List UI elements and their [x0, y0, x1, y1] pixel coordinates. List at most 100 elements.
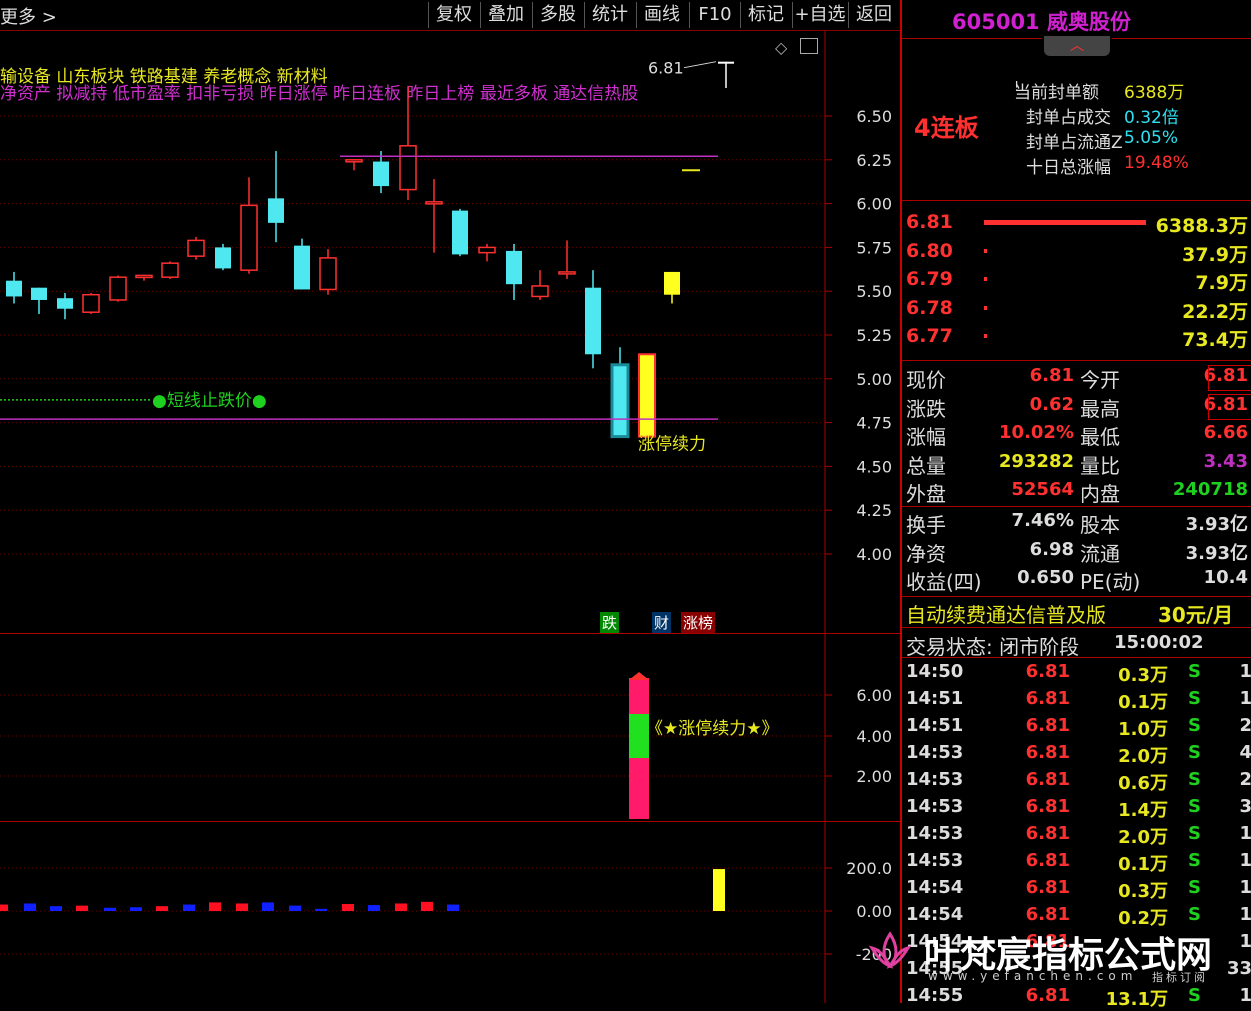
toolbar-button-2[interactable]: 多股 [532, 2, 583, 28]
toolbar-button-4[interactable]: 画线 [636, 2, 687, 28]
y-tick-label: 6.50 [856, 107, 892, 126]
candle[interactable] [319, 249, 337, 295]
toolbar-button-1[interactable]: 叠加 [480, 2, 531, 28]
tick-time: 14:53 [906, 850, 964, 871]
candle[interactable] [57, 292, 73, 320]
candle[interactable] [109, 275, 127, 302]
toolbar-button-5[interactable]: F10 [689, 2, 740, 28]
fund-label: 净资 [906, 541, 946, 566]
collapse-up-icon[interactable]: ︿ [1044, 36, 1110, 56]
quote-value: 10.02% [999, 422, 1074, 443]
candle[interactable] [135, 274, 153, 281]
candle[interactable] [345, 159, 363, 171]
volume-bar[interactable] [50, 906, 62, 911]
candle[interactable] [638, 353, 656, 438]
volume-bar[interactable] [104, 907, 116, 911]
volume-bar[interactable] [368, 905, 380, 911]
y-tick-label: 0.00 [856, 902, 892, 921]
volume-bar[interactable] [262, 902, 274, 911]
candle[interactable] [294, 238, 310, 290]
tick-count: 2 [1239, 715, 1251, 736]
quote-value: 6.81 [1029, 365, 1074, 386]
volume-bar[interactable] [236, 903, 248, 911]
bid-price[interactable]: 6.77 [906, 325, 953, 347]
volume-bar[interactable] [0, 904, 8, 911]
divider [902, 657, 1251, 658]
volume-bar[interactable] [447, 904, 459, 911]
price-box [1208, 365, 1251, 391]
cai-tag[interactable]: 财 [652, 612, 672, 633]
candle[interactable] [718, 61, 734, 88]
candle[interactable] [240, 177, 258, 274]
price-box [1208, 393, 1251, 420]
tick-count: 4 [1239, 742, 1251, 763]
y-tick-label: 6.00 [856, 686, 892, 705]
candle[interactable] [161, 261, 179, 279]
volume-bar[interactable] [24, 903, 36, 911]
bid-volume: 6388.3万 [1155, 215, 1248, 237]
toolbar-button-7[interactable]: +自选 [792, 2, 847, 28]
toolbar-button-3[interactable]: 统计 [584, 2, 635, 28]
candle[interactable] [425, 179, 443, 253]
volume-bar[interactable] [183, 904, 195, 911]
candle[interactable] [478, 243, 496, 262]
tick-volume: 0.1万 [1118, 692, 1168, 713]
candle[interactable] [452, 208, 468, 257]
volume-bar[interactable] [342, 904, 354, 911]
candle[interactable] [373, 151, 389, 194]
zhangbang-tag[interactable]: 涨榜 [681, 612, 716, 633]
volume-bar[interactable] [713, 869, 725, 911]
volume-bar[interactable] [156, 906, 168, 911]
signal-label: 涨停续力 [638, 435, 706, 455]
more-button[interactable]: 更多 > [0, 3, 57, 29]
candle[interactable] [558, 240, 576, 279]
toolbar-button-6[interactable]: 标记 [740, 2, 791, 28]
candle[interactable] [610, 347, 630, 439]
die-tag[interactable]: 跌 [600, 612, 620, 633]
candle[interactable] [187, 236, 205, 260]
tick-side: S [1188, 769, 1201, 790]
lotus-logo-icon [868, 928, 912, 972]
candle[interactable] [82, 292, 100, 314]
tick-volume: 0.3万 [1118, 881, 1168, 902]
promo-price[interactable]: 30元/月 [1158, 599, 1233, 628]
tick-time: 14:51 [906, 688, 964, 709]
promo-text[interactable]: 自动续费通达信普及版 [906, 599, 1106, 628]
volume-bar[interactable] [130, 907, 142, 911]
volume-bar[interactable] [395, 903, 407, 911]
volume-bar[interactable] [421, 901, 433, 911]
bid-price[interactable]: 6.79 [906, 268, 953, 290]
volume-bar[interactable] [76, 905, 88, 911]
tick-volume: 1.4万 [1118, 800, 1168, 821]
candle[interactable] [585, 270, 601, 369]
seal-value: 5.05% [1124, 128, 1179, 148]
watermark-url: www.yefanchen.com [928, 969, 1138, 983]
tick-side: S [1188, 850, 1201, 871]
candle[interactable] [664, 271, 680, 304]
bid-price[interactable]: 6.80 [906, 240, 953, 262]
volume-bar[interactable] [209, 902, 221, 911]
indicator-chart-2[interactable]: 200.00.00-200 [0, 822, 900, 1003]
candle[interactable] [399, 86, 417, 201]
y-tick-label: 4.75 [856, 414, 892, 433]
volume-bar[interactable] [315, 908, 327, 911]
signal-bar[interactable] [629, 672, 649, 819]
toolbar-button-8[interactable]: 返回 [848, 2, 899, 28]
candle[interactable] [268, 151, 284, 243]
bid-volume-bar [984, 248, 987, 253]
watermark: 叶梵宸指标公式网 www.yefanchen.com 指标订阅 [848, 920, 1251, 1003]
quote-label: 内盘 [1080, 482, 1120, 506]
candle[interactable] [31, 287, 47, 314]
bid-price[interactable]: 6.81 [906, 211, 953, 233]
candle[interactable] [531, 270, 549, 300]
divider [902, 596, 1251, 597]
candle[interactable] [215, 243, 231, 271]
bid-price[interactable]: 6.78 [906, 297, 953, 319]
toolbar-button-0[interactable]: 复权 [428, 2, 479, 28]
candle[interactable] [6, 271, 22, 304]
candlestick-chart[interactable]: 6.50 6.25 6.00 5.75 5.50 5.25 5.00 4.75 4.50 4.25… [0, 31, 900, 633]
volume-bar[interactable] [289, 905, 301, 911]
chart-toolbar: 更多 > 复权 叠加 多股 统计 画线 F10 标记 +自选 返回 [0, 0, 900, 30]
tick-price: 6.81 [1025, 742, 1070, 763]
indicator-chart-1[interactable]: 6.00 4.00 2.00 《★涨停续力★》 [0, 634, 900, 821]
